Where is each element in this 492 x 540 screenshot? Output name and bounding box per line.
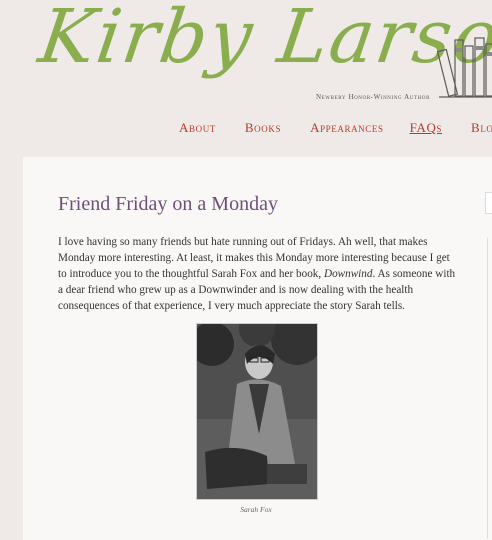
nav-blog[interactable]: Blog	[471, 120, 492, 136]
main-nav: About Books Appearances FAQs Blog	[179, 120, 492, 136]
books-illustration-icon	[437, 37, 492, 98]
nav-appearances[interactable]: Appearances	[310, 120, 384, 136]
nav-books[interactable]: Books	[245, 120, 281, 136]
post-title[interactable]: Friend Friday on a Monday	[58, 193, 278, 216]
nav-faqs[interactable]: FAQs	[410, 120, 442, 136]
author-photo	[196, 323, 318, 500]
site-logo[interactable]: Kirby Larson	[34, 0, 492, 80]
author-photo-image	[197, 324, 317, 499]
nav-about[interactable]: About	[179, 120, 216, 136]
sidebar-divider	[487, 238, 492, 538]
photo-caption: Sarah Fox	[240, 505, 272, 514]
post-body: I love having so many friends but hate r…	[58, 234, 458, 314]
book-title-link: Downwind	[323, 268, 373, 280]
sidebar-search-box[interactable]	[485, 192, 492, 214]
post-content: Friend Friday on a Monday I love having …	[23, 157, 492, 540]
page: Kirby Larson Newbery Honor-Winning Autho…	[0, 0, 492, 540]
site-tagline: Newbery Honor-Winning Author	[316, 93, 431, 101]
